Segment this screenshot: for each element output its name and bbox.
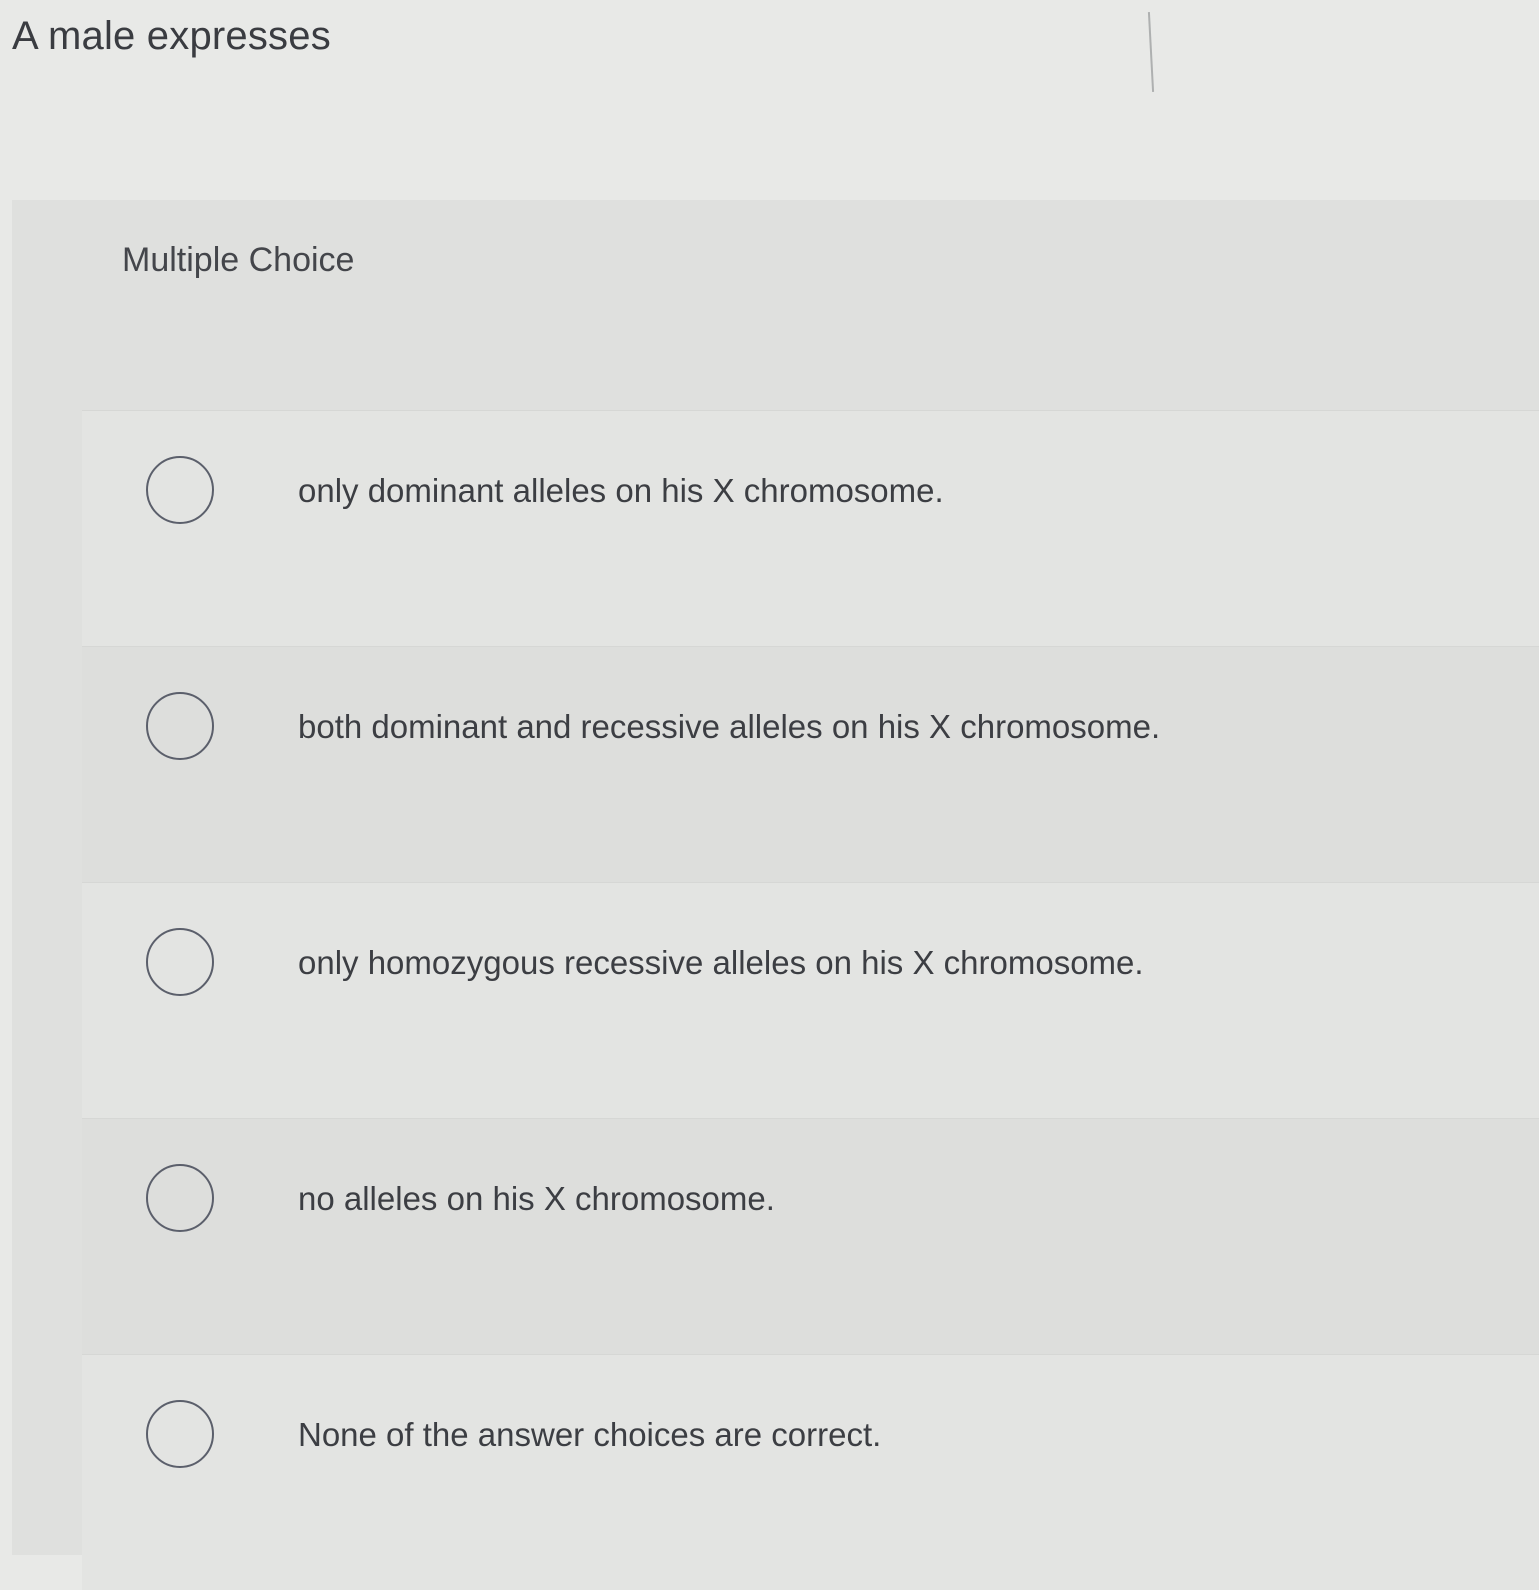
choice-text: both dominant and recessive alleles on h… <box>298 708 1161 745</box>
choice-option-4[interactable]: no alleles on his X chromosome. <box>82 1118 1539 1354</box>
screen-glare-mark <box>1147 12 1155 92</box>
choice-option-3[interactable]: only homozygous recessive alleles on his… <box>82 882 1539 1118</box>
choice-text: only homozygous recessive alleles on his… <box>298 944 1144 981</box>
choice-text: only dominant alleles on his X chromosom… <box>298 472 944 509</box>
choice-option-1[interactable]: only dominant alleles on his X chromosom… <box>82 410 1539 646</box>
multiple-choice-label: Multiple Choice <box>122 241 355 279</box>
multiple-choice-panel: Multiple Choice only dominant alleles on… <box>12 200 1539 1590</box>
choice-list: only dominant alleles on his X chromosom… <box>82 410 1539 1590</box>
radio-button-icon[interactable] <box>146 456 214 524</box>
radio-button-icon[interactable] <box>146 1400 214 1468</box>
choice-option-5[interactable]: None of the answer choices are correct. <box>82 1354 1539 1590</box>
radio-button-icon[interactable] <box>146 928 214 996</box>
choice-text: no alleles on his X chromosome. <box>298 1180 775 1217</box>
choice-option-2[interactable]: both dominant and recessive alleles on h… <box>82 646 1539 882</box>
radio-button-icon[interactable] <box>146 1164 214 1232</box>
choice-text: None of the answer choices are correct. <box>298 1416 882 1453</box>
question-stem: A male expresses <box>12 14 331 58</box>
radio-button-icon[interactable] <box>146 692 214 760</box>
